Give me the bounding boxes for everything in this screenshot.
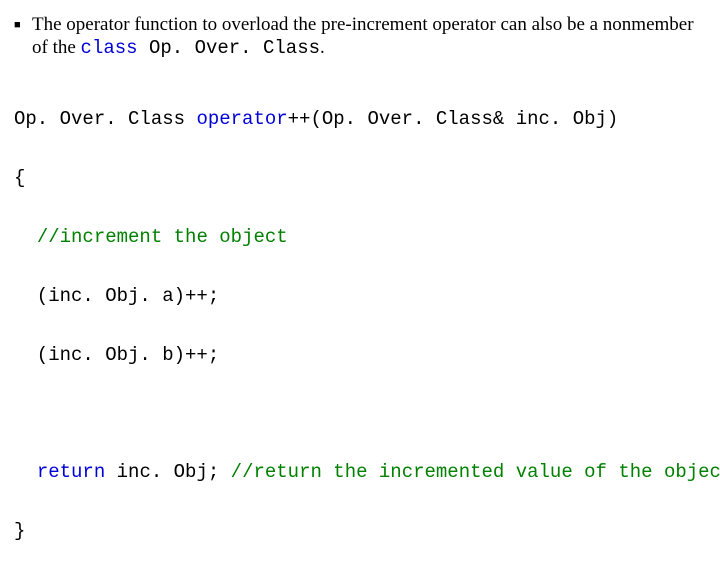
bullet-glyph: ■: [14, 14, 32, 60]
comment: //increment the object: [37, 226, 288, 248]
code-line-6: return inc. Obj; //return the incremente…: [14, 458, 712, 487]
class-name: Op. Over. Class: [138, 37, 320, 59]
code-text: ++(Op. Over. Class& inc. Obj): [288, 108, 619, 130]
code-indent: [14, 461, 37, 483]
code-indent: [14, 226, 37, 248]
code-line-1: Op. Over. Class operator++(Op. Over. Cla…: [14, 105, 712, 134]
comment: //return the incremented value of the ob…: [231, 461, 720, 483]
period: .: [320, 37, 325, 58]
code-line-4: (inc. Obj. a)++;: [14, 282, 712, 311]
code-line-3: //increment the object: [14, 223, 712, 252]
bullet-text: The operator function to overload the pr…: [32, 14, 712, 60]
code-text: inc. Obj;: [117, 461, 231, 483]
keyword-operator: operator: [196, 108, 287, 130]
keyword-class: class: [81, 37, 138, 59]
code-block: Op. Over. Class operator++(Op. Over. Cla…: [14, 76, 712, 576]
keyword-return: return: [37, 461, 117, 483]
code-blank-line: [14, 399, 712, 428]
code-line-5: (inc. Obj. b)++;: [14, 341, 712, 370]
code-text: Op. Over. Class: [14, 108, 196, 130]
code-line-2: {: [14, 164, 712, 193]
code-line-7: }: [14, 517, 712, 546]
bullet-item: ■ The operator function to overload the …: [14, 14, 712, 60]
